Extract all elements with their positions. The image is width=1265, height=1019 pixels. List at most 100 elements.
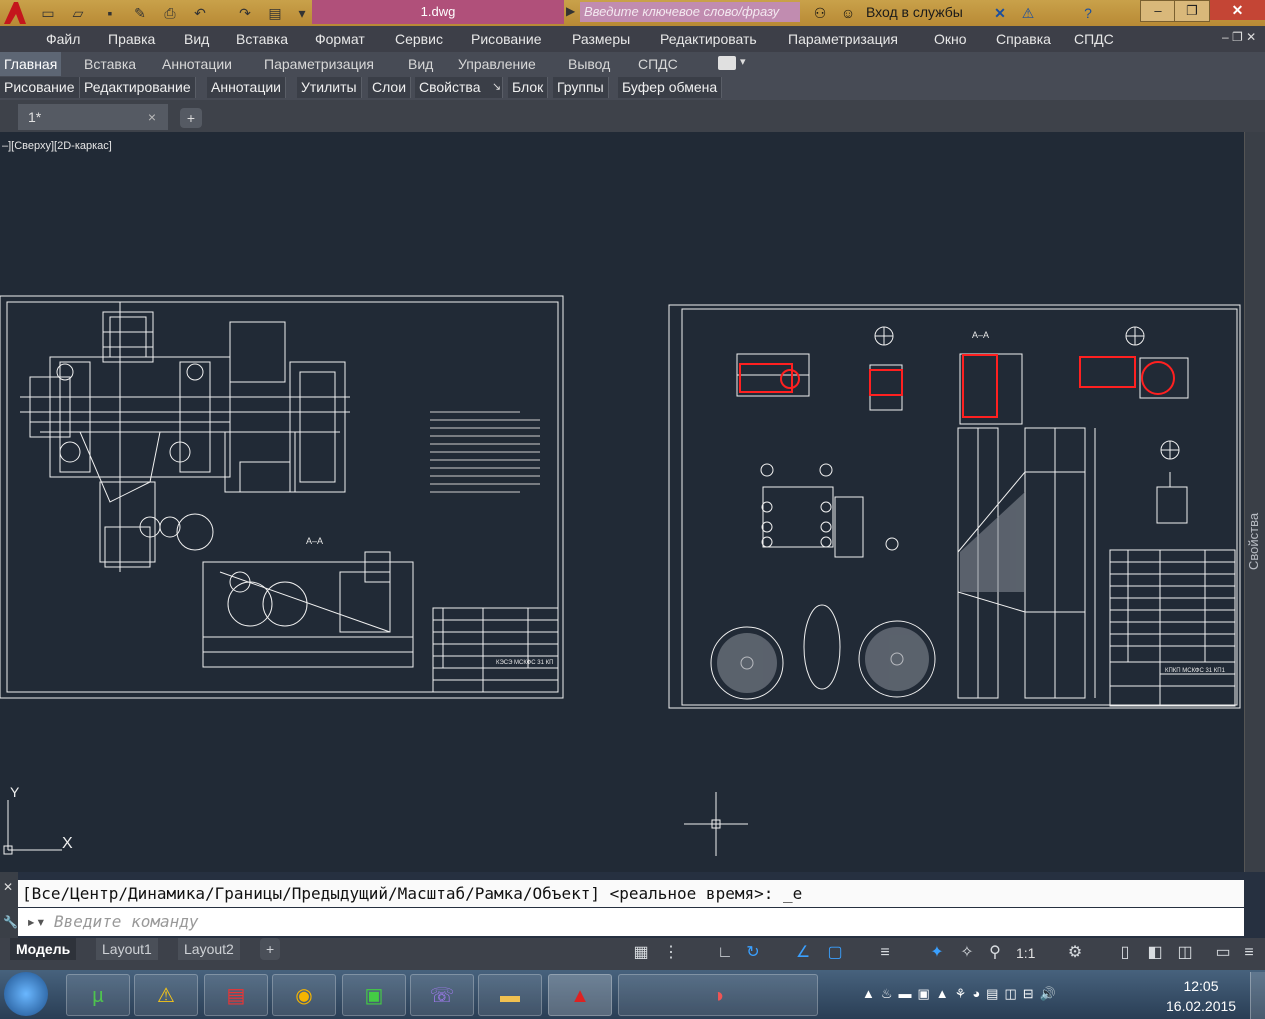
panel-draw[interactable]: Рисование [0, 77, 80, 98]
menu-help[interactable]: Справка [996, 26, 1051, 52]
autocad-taskbar-icon[interactable]: ▲ [548, 974, 612, 1016]
annotation-scale-value[interactable]: 1:1 [1016, 945, 1035, 961]
a360-icon[interactable]: ⚠ [1018, 3, 1038, 23]
close-command-icon[interactable]: ✕ [3, 880, 13, 894]
lineweight-icon[interactable]: ≡ [874, 940, 896, 966]
command-prompt-icon[interactable]: ▸▾ [18, 908, 54, 936]
sheet1-section-view [202, 551, 414, 668]
save-icon[interactable]: ▪ [100, 3, 120, 23]
menu-modify[interactable]: Редактировать [660, 26, 757, 52]
menu-edit[interactable]: Правка [108, 26, 155, 52]
explorer-icon[interactable]: ▬ [478, 974, 542, 1016]
tab-model[interactable]: Модель [10, 938, 77, 960]
command-input[interactable]: ▸▾ Введите команду [18, 908, 1244, 936]
panel-clipboard[interactable]: Буфер обмена [618, 77, 723, 98]
ribbon-tab-home[interactable]: Главная [0, 52, 62, 76]
menu-spds[interactable]: СПДС [1074, 26, 1114, 52]
menu-dimension[interactable]: Размеры [572, 26, 630, 52]
chrome-icon[interactable]: ◉ [272, 974, 336, 1016]
ribbon-dropdown-icon[interactable]: ▾ [740, 55, 746, 68]
open-file-icon[interactable]: ▱ [68, 3, 88, 23]
properties-panel-label[interactable]: Свойства [1246, 500, 1265, 570]
start-button[interactable] [4, 972, 48, 1016]
menu-draw[interactable]: Рисование [471, 26, 542, 52]
print-icon[interactable]: ⎙ [160, 3, 180, 23]
panel-utilities[interactable]: Утилиты [297, 77, 362, 98]
menu-view[interactable]: Вид [184, 26, 209, 52]
polar-icon[interactable]: ↻ [742, 940, 764, 966]
menu-icon[interactable]: ≡ [1238, 940, 1260, 966]
panel-modify[interactable]: Редактирование [80, 77, 196, 98]
panel-annotation[interactable]: Аннотации [207, 77, 286, 98]
close-tab-icon[interactable]: × [148, 104, 156, 130]
file-tab[interactable]: 1* × [18, 104, 168, 130]
object-snap-icon[interactable]: ▢ [824, 940, 846, 966]
hardware-acceleration-icon[interactable]: ▯ [1114, 940, 1136, 966]
redo-icon[interactable]: ↷ [235, 3, 255, 23]
snap-icon[interactable]: ⋮ [660, 940, 682, 966]
help-icon[interactable]: ? [1078, 3, 1098, 23]
menu-window[interactable]: Окно [934, 26, 967, 52]
ribbon-tab-insert[interactable]: Вставка [84, 52, 136, 76]
panel-launcher-icon[interactable]: ↘ [492, 80, 501, 93]
panel-groups[interactable]: Группы [553, 77, 609, 98]
panel-properties[interactable]: Свойства [415, 77, 504, 98]
login-button[interactable]: Вход в службы [866, 2, 963, 22]
ortho-icon[interactable]: ∟ [714, 940, 736, 966]
ribbon-tab-view[interactable]: Вид [408, 52, 433, 76]
save-as-icon[interactable]: ✎ [130, 3, 150, 23]
drawing-canvas[interactable]: Y X А–А КЭСЭ МСКФС 31 КП А–А КПКП МСКФС … [0, 132, 1244, 872]
add-layout-button[interactable]: + [260, 938, 281, 960]
menu-insert[interactable]: Вставка [236, 26, 288, 52]
command-history: [Все/Центр/Динамика/Границы/Предыдущий/М… [18, 880, 1244, 907]
menu-tools[interactable]: Сервис [395, 26, 443, 52]
close-button[interactable]: ✕ [1210, 0, 1265, 20]
menu-format[interactable]: Формат [315, 26, 365, 52]
panel-layers[interactable]: Слои [368, 77, 412, 98]
ucs-x-label: X [62, 835, 73, 852]
isolate-objects-icon[interactable]: ◧ [1144, 940, 1166, 966]
annotation-visibility-icon[interactable]: ✦ [926, 940, 948, 966]
viber-icon[interactable]: ☏ [410, 974, 474, 1016]
ribbon-toggle-icon[interactable] [718, 56, 736, 70]
workspace-gear-icon[interactable]: ⚙ [1064, 940, 1086, 966]
undo-icon[interactable]: ↶ [190, 3, 210, 23]
menu-parametric[interactable]: Параметризация [788, 26, 898, 52]
auto-scale-icon[interactable]: ✧ [956, 940, 978, 966]
search-input[interactable]: Введите ключевое слово/фразу [580, 2, 800, 22]
menu-file[interactable]: Файл [46, 26, 80, 52]
chevron-right-icon[interactable]: ▶ [566, 4, 575, 18]
isodraft-icon[interactable]: ∠ [792, 940, 814, 966]
system-tray-icons[interactable]: ▲♨▬▣▲⚘◕▤◫⊟🔊 [862, 986, 1062, 1002]
winrar-icon[interactable]: ▤ [204, 974, 268, 1016]
binoculars-icon[interactable]: ⚇ [810, 3, 830, 23]
tab-layout2[interactable]: Layout2 [178, 938, 240, 960]
new-tab-button[interactable]: + [180, 108, 202, 128]
ribbon-tab-spds[interactable]: СПДС [638, 52, 678, 76]
customization-icon[interactable]: ▭ [1212, 940, 1234, 966]
exchange-icon[interactable]: ✕ [990, 3, 1010, 23]
new-file-icon[interactable]: ▭ [38, 3, 58, 23]
command-settings-icon[interactable]: 🔧 [3, 915, 18, 929]
workspace-dropdown-icon[interactable]: ▾ [292, 3, 312, 23]
grid-icon[interactable]: ▦ [630, 940, 652, 966]
ribbon-tab-manage[interactable]: Управление [458, 52, 536, 76]
daemon-tools-icon[interactable]: ⚠ [134, 974, 198, 1016]
maximize-button[interactable]: ❐ [1174, 0, 1210, 22]
user-icon[interactable]: ☺ [838, 3, 858, 23]
ribbon-tab-annotate[interactable]: Аннотации [162, 52, 232, 76]
show-desktop-button[interactable] [1250, 972, 1265, 1019]
panel-block[interactable]: Блок [508, 77, 549, 98]
taskbar-clock[interactable]: 12:05 16.02.2015 [1166, 976, 1236, 1016]
doc-window-controls-icon[interactable]: – ❐ ✕ [1222, 30, 1256, 44]
ribbon-tab-parametric[interactable]: Параметризация [264, 52, 374, 76]
tab-layout1[interactable]: Layout1 [96, 938, 158, 960]
plot-icon[interactable]: ▤ [265, 3, 285, 23]
minimize-button[interactable]: – [1140, 0, 1176, 22]
utorrent-icon[interactable]: µ [66, 974, 130, 1016]
task-manager-icon[interactable]: ▣ [342, 974, 406, 1016]
clean-screen-icon[interactable]: ◫ [1174, 940, 1196, 966]
annotation-scale-icon[interactable]: ⚲ [984, 940, 1006, 966]
ribbon-tab-output[interactable]: Вывод [568, 52, 610, 76]
browser-window-taskbar-icon[interactable]: ◑ [618, 974, 818, 1016]
